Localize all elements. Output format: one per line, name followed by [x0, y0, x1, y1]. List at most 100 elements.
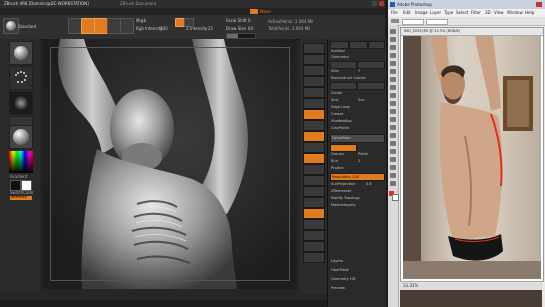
- scale-mode-button[interactable]: [107, 18, 121, 34]
- tool-preset-icon[interactable]: [391, 19, 399, 23]
- shelf-ghost-button[interactable]: [303, 230, 325, 241]
- eyedropper-tool-icon[interactable]: [390, 69, 396, 74]
- shelf-move-button[interactable]: [303, 175, 325, 186]
- type-tool-icon[interactable]: [390, 149, 396, 154]
- background-color-swatch[interactable]: [392, 194, 399, 201]
- history-brush-icon[interactable]: [390, 101, 396, 106]
- option-field-2[interactable]: [426, 19, 448, 25]
- suv-toggle[interactable]: Suv: [358, 98, 365, 102]
- menu-filter[interactable]: Filter: [471, 11, 481, 15]
- menu-type[interactable]: Type: [444, 11, 453, 15]
- move-tool-icon[interactable]: [390, 29, 396, 34]
- shelf-bpr-button[interactable]: [303, 43, 325, 54]
- shelf-local-button[interactable]: [303, 131, 325, 142]
- alpha-selector[interactable]: [9, 91, 33, 115]
- menu-help[interactable]: Help: [525, 11, 534, 15]
- tray-item-meshintegrity[interactable]: MeshIntegrity: [331, 203, 356, 207]
- shelf-scale-button[interactable]: [303, 186, 325, 197]
- polish-toggle[interactable]: Polish: [358, 152, 368, 156]
- shape-tool-icon[interactable]: [390, 165, 396, 170]
- shelf-rotate-button[interactable]: [303, 197, 325, 208]
- shelf-floor-button[interactable]: [303, 120, 325, 131]
- project-toggle[interactable]: Project: [331, 166, 343, 170]
- shelf-scroll-button[interactable]: [303, 65, 325, 76]
- tray-item-crease[interactable]: Crease: [331, 112, 343, 116]
- reference-photo[interactable]: [403, 36, 541, 279]
- del-lower-button[interactable]: [330, 82, 357, 90]
- tray-item-geometry[interactable]: Geometry: [331, 55, 349, 59]
- tray-item-subtool[interactable]: SubTool: [331, 49, 345, 53]
- dodge-tool-icon[interactable]: [390, 133, 396, 138]
- menu-edit[interactable]: Edit: [403, 11, 411, 15]
- menu-select[interactable]: Select: [456, 11, 468, 15]
- shelf-polyf-button[interactable]: [303, 208, 325, 219]
- shelf-xyz-button[interactable]: [303, 153, 325, 164]
- shelf-transp-button[interactable]: [303, 219, 325, 230]
- pen-tool-icon[interactable]: [390, 141, 396, 146]
- alternate-button[interactable]: Alternate: [10, 195, 32, 200]
- stamp-tool-icon[interactable]: [390, 93, 396, 98]
- brush-thumbnail[interactable]: [3, 18, 19, 34]
- menu-3d[interactable]: 3D: [485, 11, 491, 15]
- zbrush-canvas[interactable]: [42, 39, 297, 289]
- subprojection-label[interactable]: SubProjection: [331, 182, 356, 186]
- shelf-aahalf-button[interactable]: [303, 98, 325, 109]
- shelf-lsym-button[interactable]: [303, 142, 325, 153]
- draw-mode-button[interactable]: [81, 18, 95, 34]
- option-field[interactable]: [402, 19, 424, 25]
- healing-tool-icon[interactable]: [390, 77, 396, 82]
- menu-window[interactable]: Window: [507, 11, 523, 15]
- tray-item-smt[interactable]: Smt: [331, 98, 338, 102]
- shelf-actual-button[interactable]: [303, 87, 325, 98]
- dynamesh-section[interactable]: DynaMesh: [330, 134, 385, 143]
- tray-item-divide[interactable]: Divide: [331, 91, 342, 95]
- tray-item-preview[interactable]: Preview: [331, 286, 345, 290]
- lightbox-button[interactable]: [330, 41, 349, 49]
- shelf-spix-button[interactable]: [303, 54, 325, 65]
- material-selector[interactable]: [9, 125, 33, 149]
- brush-selector[interactable]: [9, 41, 33, 65]
- zoom-tool-icon[interactable]: [390, 181, 396, 186]
- tray-item-reconstruct[interactable]: Reconstruct Subdiv: [331, 76, 366, 80]
- menu-highlight[interactable]: [250, 9, 258, 14]
- shelf-frame-button[interactable]: [303, 164, 325, 175]
- move-mode-button[interactable]: [94, 18, 108, 34]
- menu-file[interactable]: File: [391, 11, 398, 15]
- shelf-persp-button[interactable]: [303, 109, 325, 120]
- minimize-icon[interactable]: [372, 1, 377, 6]
- edit-mode-button[interactable]: [68, 18, 82, 34]
- quick-select-tool-icon[interactable]: [390, 53, 396, 58]
- blur-tool-icon[interactable]: [390, 125, 396, 130]
- gradient-tool-icon[interactable]: [390, 117, 396, 122]
- tray-item-shadowbox[interactable]: ShadowBox: [331, 119, 352, 123]
- tray-item-modify-topology[interactable]: Modify Topology: [331, 196, 360, 200]
- path-select-tool-icon[interactable]: [390, 157, 396, 162]
- crop-tool-icon[interactable]: [390, 61, 396, 66]
- hand-tool-icon[interactable]: [390, 173, 396, 178]
- tray-item-edge-loop[interactable]: Edge Loop: [331, 105, 350, 109]
- brush-tool-icon[interactable]: [390, 85, 396, 90]
- close-icon[interactable]: [379, 1, 384, 6]
- tray-item-geometry-hd[interactable]: Geometry HD: [331, 277, 356, 281]
- rotate-mode-button[interactable]: [120, 18, 134, 34]
- groups-toggle[interactable]: Groups: [331, 152, 344, 156]
- tray-item-fibermesh[interactable]: FiberMesh: [331, 268, 349, 272]
- document-tab[interactable]: IMG_5039.JPG @ 33.3% (RGB/8): [401, 28, 543, 36]
- blur-slider-label[interactable]: Blur: [331, 159, 338, 163]
- stroke-selector[interactable]: [9, 66, 33, 90]
- higher-res-button[interactable]: [357, 61, 385, 69]
- save-as-button[interactable]: [368, 41, 385, 49]
- ps-close-icon[interactable]: [536, 2, 542, 7]
- marquee-tool-icon[interactable]: [390, 37, 396, 42]
- lower-res-button[interactable]: [330, 61, 357, 69]
- color-picker[interactable]: [9, 151, 33, 173]
- resolution-slider[interactable]: Resolution 128: [330, 173, 385, 181]
- lasso-tool-icon[interactable]: [390, 45, 396, 50]
- shelf-zoom-button[interactable]: [303, 76, 325, 87]
- eraser-tool-icon[interactable]: [390, 109, 396, 114]
- shelf-xpose-button[interactable]: [303, 252, 325, 263]
- dynamesh-button[interactable]: [330, 144, 357, 152]
- load-tool-button[interactable]: [349, 41, 368, 49]
- menu-image[interactable]: Image: [415, 11, 428, 15]
- menu-layer[interactable]: Layer: [430, 11, 441, 15]
